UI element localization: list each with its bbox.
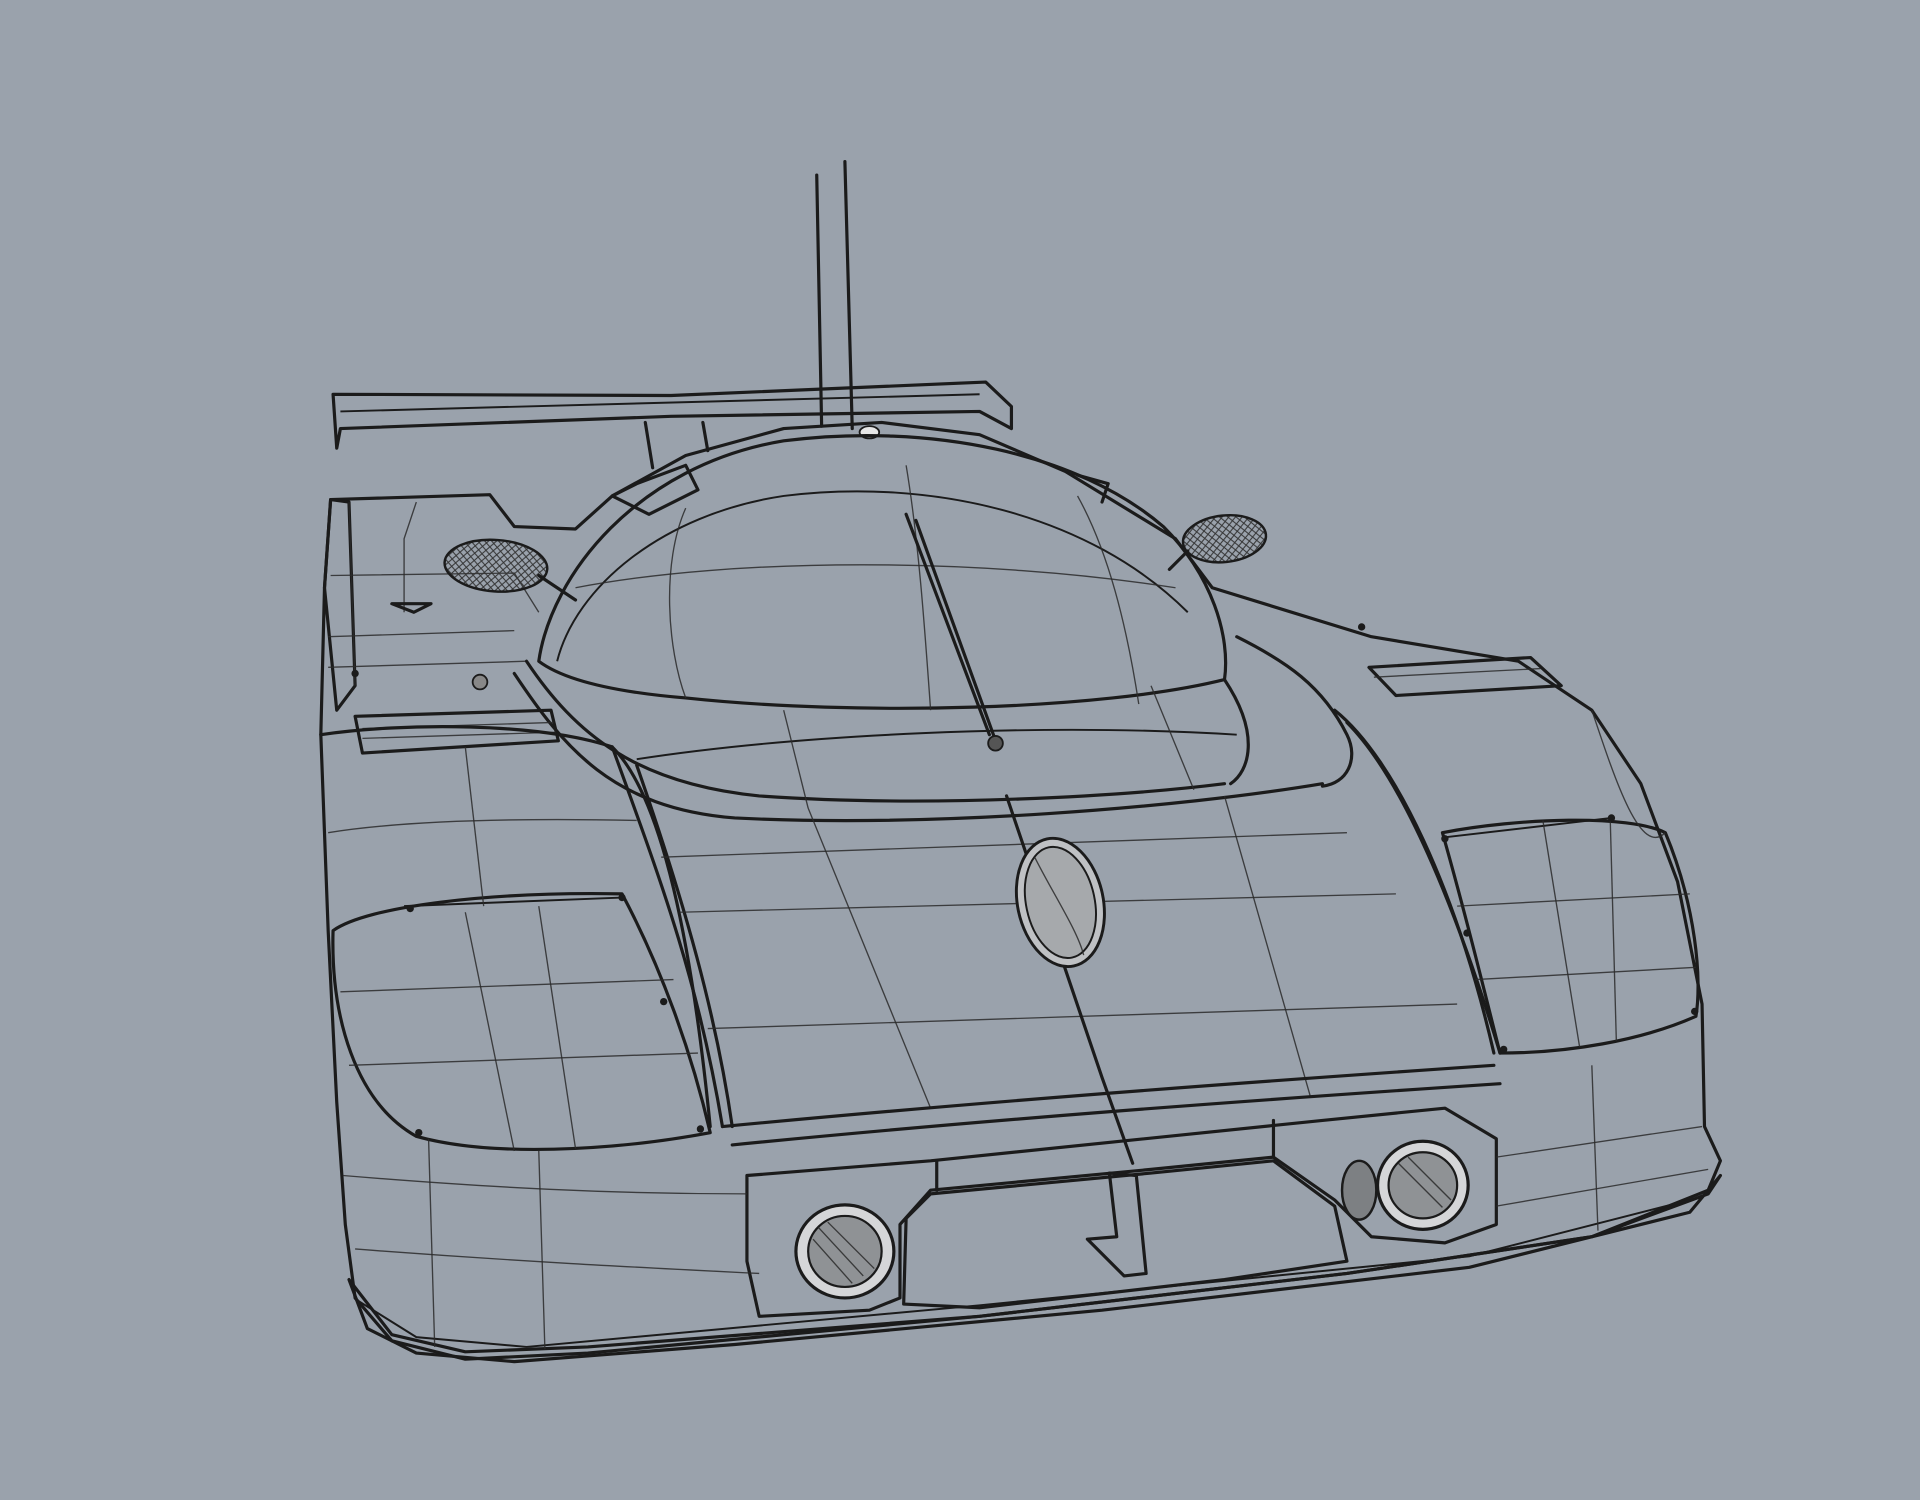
canopy <box>537 434 1228 752</box>
front-bumper <box>342 1065 1709 1350</box>
left-intake <box>794 1203 896 1300</box>
race-car-model[interactable] <box>0 0 1920 1500</box>
3d-viewport[interactable] <box>0 0 1920 1500</box>
hood-badge <box>1014 836 1106 969</box>
right-fender <box>1333 655 1700 1055</box>
right-intake <box>1340 1139 1470 1231</box>
left-fender <box>319 708 712 1152</box>
